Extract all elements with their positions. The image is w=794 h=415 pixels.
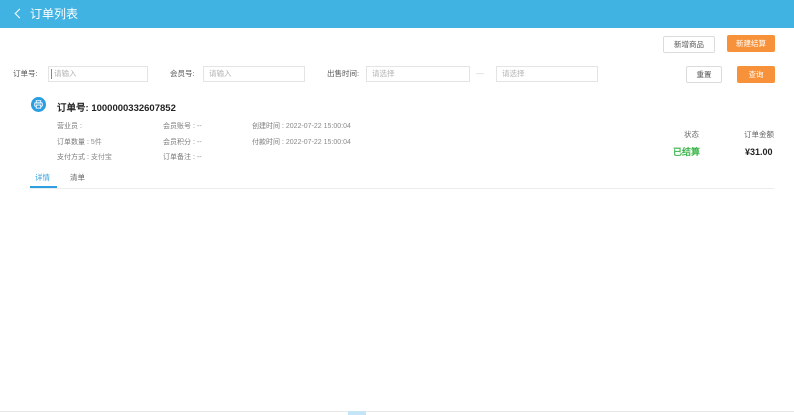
sale-time-start-placeholder: 请选择 — [372, 69, 395, 78]
order-no-input[interactable]: 请输入 — [48, 66, 148, 82]
field-label: 订单备注 : — [163, 154, 195, 161]
field-label: 支付方式 : — [57, 154, 89, 161]
sale-time-end-input[interactable]: 请选择 — [496, 66, 598, 82]
order-number: 订单号: 1000000332607852 — [57, 103, 176, 115]
field-value: -- — [196, 123, 202, 130]
printer-icon — [31, 97, 46, 112]
order-number-label: 订单号: — [57, 103, 89, 114]
date-range-separator: — — [476, 69, 484, 78]
sale-time-end-placeholder: 请选择 — [502, 69, 525, 78]
field-value: 2022-07-22 15:00:04 — [285, 139, 351, 146]
tab-item-list[interactable]: 清单 — [70, 173, 85, 183]
member-no-input[interactable]: 请输入 — [203, 66, 305, 82]
scroll-indicator[interactable] — [348, 411, 366, 415]
field-label: 营业员 : — [57, 123, 82, 130]
field-payment-method: 支付方式 : 支付宝 — [57, 153, 112, 163]
field-value: 5件 — [90, 139, 102, 146]
top-bar: 订单列表 — [0, 0, 794, 28]
field-order-quantity: 订单数量 :5件 — [57, 138, 102, 148]
bottom-divider — [0, 411, 794, 412]
sale-time-start-input[interactable]: 请选择 — [366, 66, 470, 82]
chevron-left-icon — [14, 8, 25, 19]
order-no-placeholder: 请输入 — [54, 69, 77, 78]
order-no-label: 订单号: — [13, 69, 38, 78]
field-order-remark: 订单备注 : -- — [163, 153, 202, 163]
order-number-value: 1000000332607852 — [91, 103, 176, 114]
field-label: 创建时间 : — [252, 123, 284, 130]
page-title: 订单列表 — [30, 7, 79, 21]
field-label: 会员积分 : — [163, 139, 195, 146]
text-caret — [51, 69, 52, 79]
field-label: 订单数量 : — [57, 139, 89, 146]
field-label: 会员账号 : — [163, 123, 195, 130]
field-value: 支付宝 — [90, 154, 112, 161]
field-value: -- — [196, 139, 202, 146]
field-clerk: 营业员 : — [57, 122, 84, 132]
member-no-label: 会员号: — [170, 69, 195, 78]
field-created-time: 创建时间 :2022-07-22 15:00:04 — [252, 122, 351, 132]
sale-time-label: 出售时间: — [327, 69, 360, 78]
amount-value: ¥31.00 — [745, 147, 773, 157]
member-no-placeholder: 请输入 — [209, 69, 232, 78]
tab-details[interactable]: 详情 — [35, 173, 50, 183]
amount-label: 订单金额 — [744, 130, 774, 139]
field-member-points: 会员积分 : -- — [163, 138, 202, 148]
back-button[interactable] — [10, 6, 26, 22]
field-value: 2022-07-22 15:00:04 — [285, 123, 351, 130]
add-product-button[interactable]: 新增商品 — [663, 36, 715, 53]
status-badge: 已结算 — [673, 147, 701, 157]
card-divider — [30, 188, 774, 189]
reset-button[interactable]: 重置 — [686, 66, 722, 83]
status-label: 状态 — [684, 130, 699, 139]
field-value: -- — [196, 154, 202, 161]
field-member-account: 会员账号 : -- — [163, 122, 202, 132]
new-checkout-button[interactable]: 新建结算 — [727, 35, 775, 52]
field-paid-time: 付款时间 :2022-07-22 15:00:04 — [252, 138, 351, 148]
query-button[interactable]: 查询 — [737, 66, 775, 83]
field-label: 付款时间 : — [252, 139, 284, 146]
